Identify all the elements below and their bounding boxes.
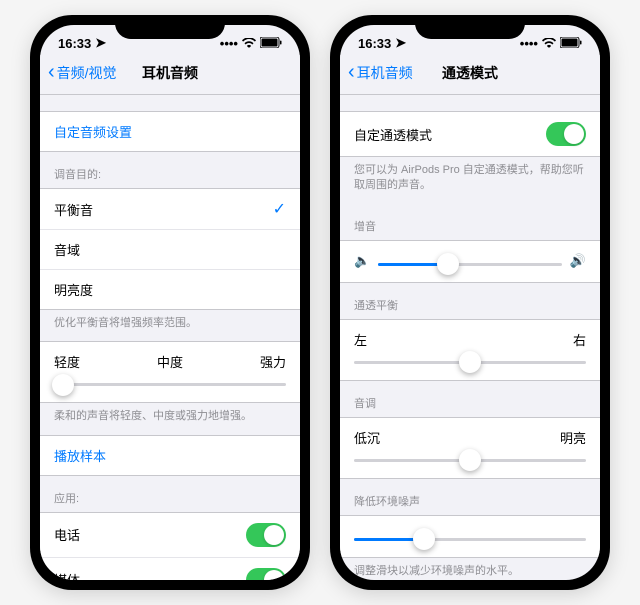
section-footer: 优化平衡音将增强频率范围。: [40, 310, 300, 341]
balance-slider-row: 左 右: [340, 319, 600, 381]
section-label: 调音目的:: [40, 152, 300, 188]
section-footer: 调整滑块以减少环境噪声的水平。: [340, 558, 600, 580]
tone-low: 低沉: [354, 428, 380, 447]
balance-left: 左: [354, 330, 367, 349]
slider-thumb[interactable]: [459, 449, 481, 471]
balance-right: 右: [573, 330, 586, 349]
noise-slider-row: [340, 515, 600, 558]
volume-high-icon: 🔊: [570, 253, 586, 269]
strength-slider-row: 轻度 中度 强力: [40, 341, 300, 403]
notch: [115, 15, 225, 39]
battery-icon: [260, 36, 282, 51]
back-label: 音频/视觉: [57, 63, 117, 83]
tone-bright: 明亮: [560, 428, 586, 447]
content[interactable]: 自定音频设置 调音目的: 平衡音 ✓ 音域 明亮度 优化平衡音将增强频率范围。 …: [40, 95, 300, 580]
custom-transparency-toggle[interactable]: [546, 122, 586, 146]
option-vocal[interactable]: 音域: [40, 230, 300, 270]
signal-icon: ••••: [220, 36, 238, 51]
phone-toggle[interactable]: [246, 523, 286, 547]
balance-slider[interactable]: [354, 361, 586, 364]
slider-thumb[interactable]: [413, 528, 435, 550]
volume-low-icon: 🔈: [354, 253, 370, 269]
page-title: 通透模式: [442, 63, 498, 83]
status-time: 16:33: [58, 36, 91, 51]
strength-moderate: 中度: [157, 352, 183, 371]
amplify-slider-row: 🔈 🔊: [340, 240, 600, 283]
section-footer: 您可以为 AirPods Pro 自定通透模式，帮助您听取周围的声音。: [340, 157, 600, 204]
chevron-left-icon: ‹: [348, 61, 355, 84]
section-label: 降低环境噪声: [340, 479, 600, 515]
apply-phone-row[interactable]: 电话: [40, 513, 300, 558]
back-label: 耳机音频: [357, 63, 413, 83]
strength-mild: 轻度: [54, 352, 80, 371]
nav-bar: ‹ 音频/视觉 耳机音频: [40, 55, 300, 95]
back-button[interactable]: ‹ 耳机音频: [348, 61, 413, 84]
option-brightness[interactable]: 明亮度: [40, 270, 300, 309]
tone-slider[interactable]: [354, 459, 586, 462]
slider-thumb[interactable]: [437, 253, 459, 275]
apply-media-row[interactable]: 媒体: [40, 558, 300, 580]
screen: 16:33 ➤ •••• ‹ 音频/视觉 耳机音频 自定音频设置: [40, 25, 300, 580]
signal-icon: ••••: [520, 36, 538, 51]
customize-audio-row[interactable]: 自定音频设置: [40, 112, 300, 151]
section-footer: 柔和的声音将轻度、中度或强力地增强。: [40, 403, 300, 434]
section-label: 应用:: [40, 476, 300, 512]
custom-transparency-row[interactable]: 自定通透模式: [340, 112, 600, 156]
play-sample-row[interactable]: 播放样本: [40, 436, 300, 475]
phone-right: 16:33 ➤ •••• ‹ 耳机音频 通透模式: [330, 15, 610, 590]
back-button[interactable]: ‹ 音频/视觉: [48, 61, 117, 84]
section-label: 通透平衡: [340, 283, 600, 319]
noise-slider[interactable]: [354, 538, 586, 541]
strength-slider[interactable]: [54, 383, 286, 386]
slider-thumb[interactable]: [459, 351, 481, 373]
strength-strong: 强力: [260, 352, 286, 371]
status-icons: ••••: [520, 36, 582, 51]
content[interactable]: 自定通透模式 您可以为 AirPods Pro 自定通透模式，帮助您听取周围的声…: [340, 95, 600, 580]
nav-bar: ‹ 耳机音频 通透模式: [340, 55, 600, 95]
slider-thumb[interactable]: [52, 374, 74, 396]
phone-left: 16:33 ➤ •••• ‹ 音频/视觉 耳机音频 自定音频设置: [30, 15, 310, 590]
option-balance[interactable]: 平衡音 ✓: [40, 189, 300, 230]
location-icon: ➤: [95, 35, 106, 51]
location-icon: ➤: [395, 35, 406, 51]
section-label: 增音: [340, 204, 600, 240]
media-toggle[interactable]: [246, 568, 286, 580]
status-icons: ••••: [220, 36, 282, 51]
screen: 16:33 ➤ •••• ‹ 耳机音频 通透模式: [340, 25, 600, 580]
amplify-slider[interactable]: [378, 263, 562, 266]
battery-icon: [560, 36, 582, 51]
tone-slider-row: 低沉 明亮: [340, 417, 600, 479]
notch: [415, 15, 525, 39]
status-time: 16:33: [358, 36, 391, 51]
wifi-icon: [242, 36, 256, 51]
checkmark-icon: ✓: [273, 199, 286, 219]
wifi-icon: [542, 36, 556, 51]
chevron-left-icon: ‹: [48, 61, 55, 84]
page-title: 耳机音频: [142, 63, 198, 83]
section-label: 音调: [340, 381, 600, 417]
